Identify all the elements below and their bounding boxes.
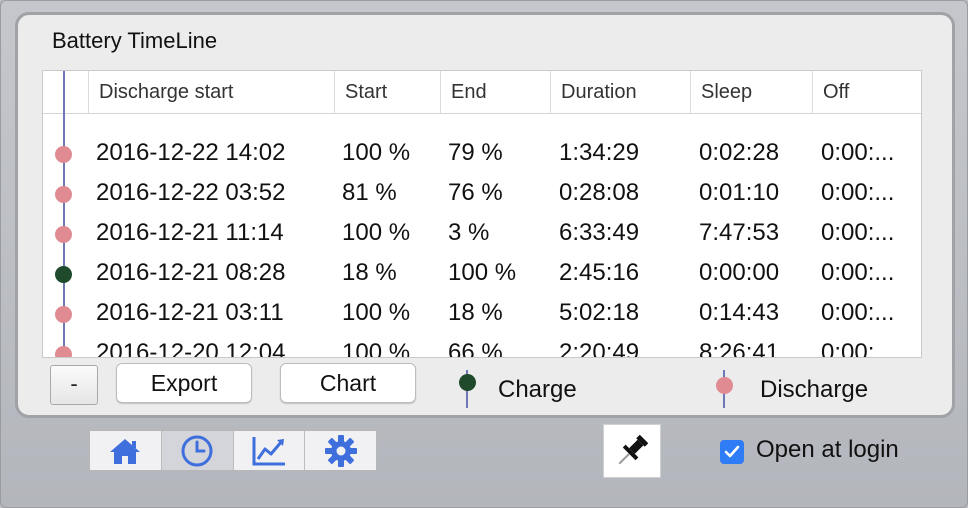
cell-end: 66 % <box>448 339 503 358</box>
cell-duration: 0:28:08 <box>559 179 640 206</box>
timeline-panel: Battery TimeLine Discharge start Start E… <box>15 12 955 418</box>
cell-duration: 2:45:16 <box>559 259 640 286</box>
cell-off: 0:00:... <box>821 179 895 206</box>
view-tab-bar <box>89 430 377 471</box>
cell-end: 3 % <box>448 219 490 246</box>
discharge-dot <box>55 346 72 357</box>
cell-end: 18 % <box>448 299 503 326</box>
cell-duration: 2:20:49 <box>559 339 640 358</box>
cell-sleep: 8:26:41 <box>699 339 780 358</box>
header-off[interactable]: Off <box>812 71 921 113</box>
table-row[interactable]: 2016-12-22 03:52 81 % 76 % 0:28:08 0:01:10 0:… <box>43 173 921 213</box>
cell-sleep: 7:47:53 <box>699 219 780 246</box>
app-window: Battery TimeLine Discharge start Start E… <box>0 0 968 508</box>
cell-end: 76 % <box>448 179 503 206</box>
cell-off: 0:00:... <box>821 299 895 326</box>
tab-chart[interactable] <box>233 431 306 470</box>
cell-sleep: 0:01:10 <box>699 179 780 206</box>
header-discharge-start[interactable]: Discharge start <box>88 71 334 113</box>
table-row[interactable]: 2016-12-21 08:28 18 % 100 % 2:45:16 0:00:00 0… <box>43 253 921 293</box>
chart-icon <box>252 436 285 465</box>
checkmark-icon <box>724 445 740 458</box>
pushpin-icon <box>618 434 649 465</box>
cell-sleep: 0:00:00 <box>699 259 780 286</box>
cell-start: 18 % <box>342 259 397 286</box>
cell-off: 0:00:... <box>821 259 895 286</box>
charge-legend-dot <box>459 374 476 391</box>
discharge-dot <box>55 186 72 203</box>
header-duration[interactable]: Duration <box>550 71 690 113</box>
cell-start: 100 % <box>342 339 411 358</box>
tab-home[interactable] <box>90 431 162 470</box>
cell-start: 100 % <box>342 219 411 246</box>
discharge-legend-dot <box>716 377 733 394</box>
cell-start: 100 % <box>342 299 411 326</box>
cell-discharge-start: 2016-12-21 11:14 <box>96 219 284 246</box>
header-marker-column <box>43 71 89 113</box>
tab-timeline[interactable] <box>161 431 234 470</box>
header-start[interactable]: Start <box>334 71 440 113</box>
cell-discharge-start: 2016-12-22 14:02 <box>96 139 286 166</box>
cell-discharge-start: 2016-12-22 03:52 <box>96 179 286 206</box>
panel-title: Battery TimeLine <box>52 28 218 53</box>
cell-sleep: 0:02:28 <box>699 139 780 166</box>
cell-duration: 1:34:29 <box>559 139 640 166</box>
cell-duration: 5:02:18 <box>559 299 640 326</box>
home-icon <box>110 438 141 464</box>
cell-off: 0:00:... <box>821 139 895 166</box>
discharge-dot <box>55 146 72 163</box>
cell-discharge-start: 2016-12-20 12:04 <box>96 339 286 358</box>
cell-off: 0:00:... <box>821 339 895 358</box>
cell-off: 0:00:... <box>821 219 895 246</box>
table-row[interactable]: 2016-12-21 11:14 100 % 3 % 6:33:49 7:47:53 0:… <box>43 213 921 253</box>
cell-duration: 6:33:49 <box>559 219 640 246</box>
cell-discharge-start: 2016-12-21 03:11 <box>96 299 284 326</box>
timeline-table[interactable]: Discharge start Start End Duration Sleep… <box>42 70 922 358</box>
header-sleep[interactable]: Sleep <box>690 71 812 113</box>
tab-settings[interactable] <box>305 431 376 470</box>
pin-button[interactable] <box>603 424 661 478</box>
open-at-login-checkbox[interactable] <box>720 440 744 464</box>
cell-discharge-start: 2016-12-21 08:28 <box>96 259 286 286</box>
discharge-dot <box>55 306 72 323</box>
remove-button[interactable]: - <box>50 365 98 405</box>
export-button[interactable]: Export <box>116 363 252 403</box>
cell-sleep: 0:14:43 <box>699 299 780 326</box>
gear-icon <box>324 434 357 467</box>
discharge-legend-label: Discharge <box>760 376 869 403</box>
table-row[interactable]: 2016-12-20 12:04 100 % 66 % 2:20:49 8:26:41 0… <box>43 333 921 358</box>
table-row[interactable]: 2016-12-22 14:02 100 % 79 % 1:34:29 0:02:28 0… <box>43 133 921 173</box>
table-row[interactable]: 2016-12-21 03:11 100 % 18 % 5:02:18 0:14:43 0… <box>43 293 921 333</box>
open-at-login-label[interactable]: Open at login <box>756 436 899 464</box>
chart-button[interactable]: Chart <box>280 363 416 403</box>
cell-start: 100 % <box>342 139 411 166</box>
cell-end: 100 % <box>448 259 517 286</box>
charge-dot <box>55 266 72 283</box>
table-header: Discharge start Start End Duration Sleep… <box>43 71 921 114</box>
discharge-dot <box>55 226 72 243</box>
cell-end: 79 % <box>448 139 503 166</box>
charge-legend-label: Charge <box>498 376 577 403</box>
header-end[interactable]: End <box>440 71 550 113</box>
clock-icon <box>181 435 213 466</box>
cell-start: 81 % <box>342 179 397 206</box>
